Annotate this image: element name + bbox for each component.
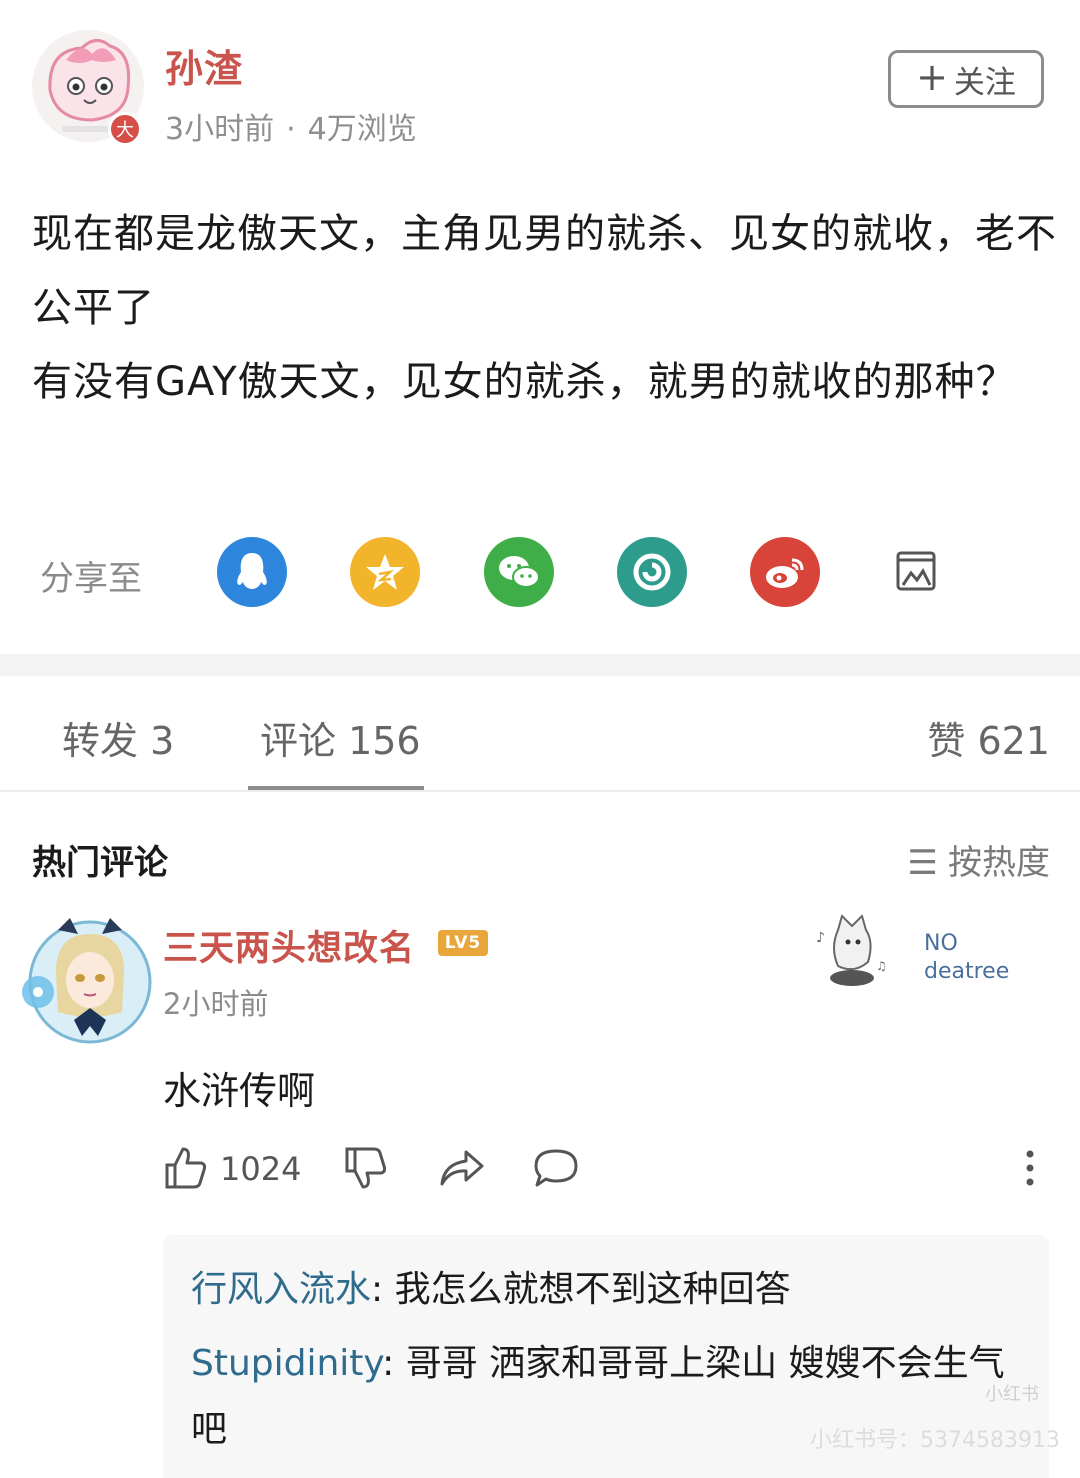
qq-icon[interactable] — [217, 537, 287, 607]
sticker-caption-line1: NO — [924, 931, 958, 956]
anime-avatar-image — [22, 918, 152, 1044]
section-divider — [0, 654, 1080, 676]
commenter-avatar[interactable] — [18, 912, 158, 1052]
thumbs-up-icon[interactable] — [163, 1145, 209, 1191]
comment-bubble-icon[interactable] — [532, 1147, 580, 1189]
sticker-caption-line2: deatree — [924, 959, 1010, 984]
follow-label: 关注 — [953, 64, 1016, 101]
reply-user[interactable]: Stupidinity — [191, 1343, 382, 1384]
reply-item[interactable]: 行风入流水: 我怎么就想不到这种回答 — [191, 1257, 1011, 1323]
reply-colon: : — [382, 1343, 406, 1384]
share-arrow-icon[interactable] — [438, 1146, 486, 1190]
tab-likes[interactable]: 赞 621 — [927, 710, 1050, 765]
share-label: 分享至 — [40, 559, 142, 599]
thumbs-down-icon[interactable] — [343, 1145, 389, 1191]
post-meta: 3小时前 · 4万浏览 — [165, 104, 417, 148]
post-content: 现在都是龙傲天文，主角见男的就杀、见女的就收，老不公平了 有没有GAY傲天文，见… — [32, 211, 1057, 405]
author-avatar[interactable]: 大 — [32, 30, 144, 146]
sticker-caption: NO deatree — [924, 930, 1009, 986]
watermark-logo: 小红书 — [985, 1384, 1039, 1405]
tab-comments[interactable]: 评论 156 — [260, 710, 421, 765]
plus-icon: + — [916, 55, 948, 99]
weibo-icon[interactable] — [750, 537, 820, 607]
menu-icon: ☰ — [907, 843, 938, 883]
tabs-divider — [0, 790, 1080, 792]
sort-label: 按热度 — [948, 843, 1050, 883]
hot-comments-title: 热门评论 — [32, 843, 168, 883]
more-options-icon[interactable] — [1018, 1148, 1042, 1188]
svg-text:♪: ♪ — [816, 930, 825, 946]
reply-user[interactable]: 行风入流水 — [191, 1269, 371, 1310]
follow-button[interactable]: + 关注 — [888, 50, 1044, 108]
sort-button[interactable]: ☰ 按热度 — [908, 835, 1050, 884]
comment-time: 2小时前 — [163, 987, 269, 1021]
moments-icon[interactable] — [617, 537, 687, 607]
post-views: 4万浏览 — [307, 112, 417, 147]
level-badge: LV5 — [438, 930, 488, 956]
cat-sticker-icon: ♪ ♫ — [812, 912, 898, 992]
wechat-icon[interactable] — [484, 537, 554, 607]
image-icon[interactable] — [890, 545, 942, 597]
reply-text: 我怎么就想不到这种回答 — [394, 1269, 791, 1310]
svg-text:♫: ♫ — [876, 959, 887, 973]
commenter-name[interactable]: 三天两头想改名 — [163, 920, 415, 971]
post-time: 3小时前 — [165, 112, 275, 147]
like-count: 1024 — [220, 1150, 302, 1188]
qzone-icon[interactable] — [350, 537, 420, 607]
reply-colon: : — [371, 1269, 395, 1310]
avatar-badge-text: 大 — [116, 120, 134, 141]
watermark-id: 小红书号：5374583913 — [810, 1428, 1060, 1453]
avatar-level-badge: 大 — [108, 112, 142, 146]
author-name[interactable]: 孙渣 — [165, 38, 243, 93]
comment-text: 水浒传啊 — [163, 1069, 316, 1113]
meta-separator: · — [286, 112, 296, 147]
tab-repost[interactable]: 转发 3 — [62, 710, 174, 765]
